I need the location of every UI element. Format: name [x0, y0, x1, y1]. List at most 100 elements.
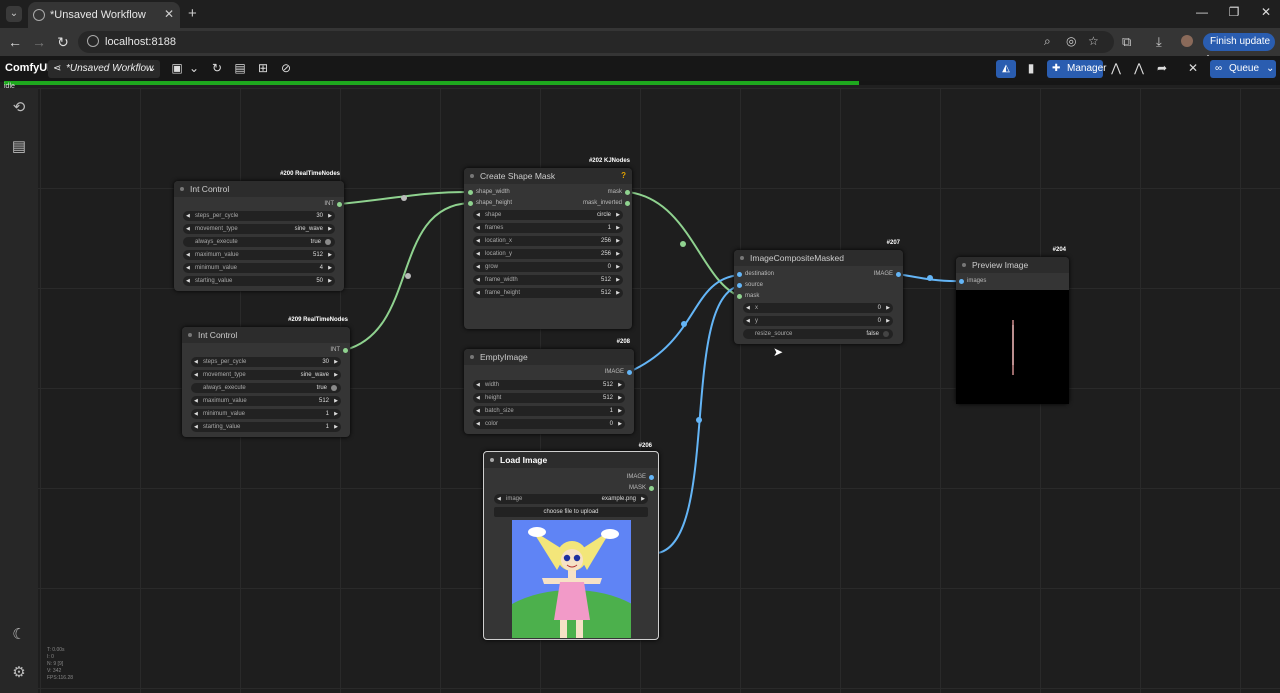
widget-minimum-value[interactable]: ◀ minimum_value 1 ▶ — [191, 409, 341, 419]
refresh-icon[interactable]: ↻ — [208, 61, 226, 75]
minimize-icon[interactable]: — — [1192, 5, 1212, 19]
output-slot[interactable] — [625, 190, 630, 195]
clear-icon[interactable]: ⊘ — [277, 61, 295, 75]
queue-list-icon[interactable]: ▤ — [9, 137, 29, 157]
widget-frame-height[interactable]: ◀ frame_height 512 ▶ — [473, 288, 623, 298]
node-load-image[interactable]: Load Image IMAGE MASK ◀ image example.png ▶… — [483, 451, 659, 640]
save-icon[interactable]: ▣ — [168, 61, 186, 75]
collapse-dot-icon[interactable] — [470, 355, 474, 359]
widget-starting-value[interactable]: ◀ starting_value 1 ▶ — [191, 422, 341, 432]
close-panel-icon[interactable]: ✕ — [1184, 61, 1202, 75]
profile-avatar[interactable] — [1181, 35, 1193, 47]
widget-minimum-value[interactable]: ◀ minimum_value 4 ▶ — [183, 263, 335, 273]
extensions-icon[interactable]: ⧉ — [1122, 34, 1131, 50]
share-arrow-icon[interactable]: ➦ — [1153, 61, 1171, 75]
widget-location-x[interactable]: ◀ location_x 256 ▶ — [473, 236, 623, 246]
widget-x[interactable]: ◀ x 0 ▶ — [743, 303, 893, 313]
collapse-dot-icon[interactable] — [490, 458, 494, 462]
output-slot[interactable] — [627, 370, 632, 375]
tab-search-icon[interactable]: ⌄ — [6, 6, 22, 22]
node-empty-image[interactable]: EmptyImage IMAGE ◀ width 512 ▶ ◀ height 512 ▶ … — [464, 349, 634, 434]
input-slot[interactable] — [737, 294, 742, 299]
maximize-icon[interactable]: ❐ — [1224, 5, 1244, 19]
output-slot[interactable] — [625, 201, 630, 206]
node-header[interactable]: Load Image — [484, 452, 658, 468]
widget-width[interactable]: ◀ width 512 ▶ — [473, 380, 625, 390]
node-int-control-200[interactable]: Int Control INT ◀ steps_per_cycle 30 ▶ ◀ mov… — [174, 181, 344, 291]
widget-movement-type[interactable]: ◀ movement_type sine_wave ▶ — [191, 370, 341, 380]
node-header[interactable]: Preview Image — [956, 257, 1069, 273]
back-icon[interactable]: ← — [6, 34, 24, 50]
collapse-dot-icon[interactable] — [180, 187, 184, 191]
widget-maximum-value[interactable]: ◀ maximum_value 512 ▶ — [191, 396, 341, 406]
widget-always-execute[interactable]: always_execute true — [183, 237, 335, 247]
queue-button[interactable]: ∞ Queue ⌄ — [1210, 60, 1276, 78]
node-header[interactable]: ImageCompositeMasked — [734, 250, 903, 266]
browser-tab[interactable]: *Unsaved Workflow ✕ — [28, 2, 180, 28]
eye-off-icon[interactable]: ◎ — [1066, 34, 1076, 48]
model-icon[interactable]: ⋀ — [1107, 61, 1125, 75]
zoom-icon[interactable]: ⌕ — [1044, 34, 1051, 49]
collapse-dot-icon[interactable] — [962, 263, 966, 267]
bookmark-star-icon[interactable]: ☆ — [1088, 34, 1099, 48]
widget-resize-source[interactable]: resize_source false — [743, 329, 893, 339]
widget-starting-value[interactable]: ◀ starting_value 50 ▶ — [183, 276, 335, 286]
input-slot[interactable] — [468, 201, 473, 206]
widget-frame-width[interactable]: ◀ frame_width 512 ▶ — [473, 275, 623, 285]
manager-button[interactable]: ✚ Manager — [1047, 60, 1106, 78]
upload-button[interactable]: choose file to upload — [494, 507, 648, 517]
output-slot[interactable] — [896, 272, 901, 277]
widget-height[interactable]: ◀ height 512 ▶ — [473, 393, 625, 403]
model-alt-icon[interactable]: ⋀ — [1130, 61, 1148, 75]
bookmark-icon[interactable]: ▮ — [1022, 61, 1040, 75]
toggle-link-icon[interactable]: ◭ — [996, 60, 1016, 78]
input-slot[interactable] — [468, 190, 473, 195]
node-int-control-209[interactable]: Int Control INT ◀ steps_per_cycle 30 ▶ ◀ mov… — [182, 327, 350, 437]
site-info-icon[interactable] — [87, 35, 99, 47]
download-icon[interactable]: ⤓ — [1156, 34, 1162, 50]
theme-moon-icon[interactable]: ☾ — [9, 625, 29, 645]
input-slot[interactable] — [737, 283, 742, 288]
reload-icon[interactable]: ↻ — [54, 34, 72, 51]
node-header[interactable]: Int Control — [182, 327, 350, 343]
widget-steps-per-cycle[interactable]: ◀ steps_per_cycle 30 ▶ — [183, 211, 335, 221]
widget-batch-size[interactable]: ◀ batch_size 1 ▶ — [473, 406, 625, 416]
collapse-dot-icon[interactable] — [188, 333, 192, 337]
output-slot[interactable] — [649, 475, 654, 480]
widget-grow[interactable]: ◀ grow 0 ▶ — [473, 262, 623, 272]
widget-maximum-value[interactable]: ◀ maximum_value 512 ▶ — [183, 250, 335, 260]
node-preview-image[interactable]: Preview Image images — [956, 257, 1069, 404]
input-slot[interactable] — [959, 279, 964, 284]
node-create-shape-mask[interactable]: Create Shape Mask ? shape_width shape_he… — [464, 168, 632, 329]
node-header[interactable]: Create Shape Mask ? — [464, 168, 632, 184]
node-header[interactable]: Int Control — [174, 181, 344, 197]
workflow-dropdown[interactable]: ⋖ *Unsaved Workflow ⌄ — [48, 60, 160, 78]
output-slot[interactable] — [649, 486, 654, 491]
forward-icon[interactable]: → — [30, 34, 48, 50]
widget-steps-per-cycle[interactable]: ◀ steps_per_cycle 30 ▶ — [191, 357, 341, 367]
widget-y[interactable]: ◀ y 0 ▶ — [743, 316, 893, 326]
collapse-dot-icon[interactable] — [470, 174, 474, 178]
save-chevron-icon[interactable]: ⌄ — [185, 61, 203, 75]
widget-frames[interactable]: ◀ frames 1 ▶ — [473, 223, 623, 233]
clipboard-icon[interactable]: ▤ — [231, 61, 249, 75]
widget-shape[interactable]: ◀ shape circle ▶ — [473, 210, 623, 220]
history-icon[interactable]: ⟲ — [9, 98, 29, 118]
output-slot[interactable] — [337, 202, 342, 207]
tab-close-icon[interactable]: ✕ — [164, 7, 174, 21]
settings-gear-icon[interactable]: ⚙ — [9, 663, 29, 683]
widget-location-y[interactable]: ◀ location_y 256 ▶ — [473, 249, 623, 259]
address-bar[interactable]: localhost:8188 ⌕ ◎ ☆ — [78, 31, 1114, 53]
widget-movement-type[interactable]: ◀ movement_type sine_wave ▶ — [183, 224, 335, 234]
node-header[interactable]: EmptyImage — [464, 349, 634, 365]
output-slot[interactable] — [343, 348, 348, 353]
widget-color[interactable]: ◀ color 0 ▶ — [473, 419, 625, 429]
node-image-composite-masked[interactable]: ImageCompositeMasked destination source … — [734, 250, 903, 344]
window-close-icon[interactable]: ✕ — [1256, 5, 1276, 19]
input-slot[interactable] — [737, 272, 742, 277]
fit-view-icon[interactable]: ⊞ — [254, 61, 272, 75]
finish-update-button[interactable]: Finish update ⋮ — [1203, 33, 1275, 65]
collapse-dot-icon[interactable] — [740, 256, 744, 260]
widget-always-execute[interactable]: always_execute true — [191, 383, 341, 393]
widget-image[interactable]: ◀ image example.png ▶ — [494, 494, 648, 504]
